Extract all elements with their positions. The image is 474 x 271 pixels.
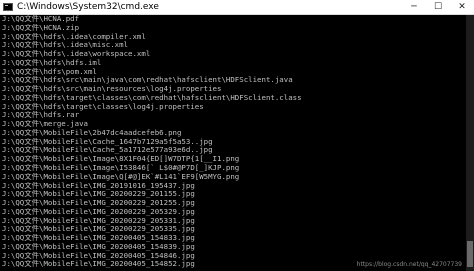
console-line: J:\QQ文件\hdfs.rar [2, 111, 80, 120]
console-line: J:\QQ文件\hdfs\.idea\compiler.xml [2, 32, 146, 41]
scrollbar-thumb[interactable] [467, 241, 473, 267]
console-line: J:\QQ文件\hdfs\.idea\misc.xml [2, 41, 129, 50]
close-icon[interactable]: ✕ [450, 0, 474, 14]
console-line: J:\QQ文件\hdfs\pom.xml [2, 67, 97, 76]
console-line: J:\QQ文件\MobileFile\2b47dc4aadcefeb6.png [2, 128, 182, 137]
console-line: J:\QQ文件\MobileFile\IMG_20191016_195437.j… [2, 181, 195, 190]
console-line: J:\QQ文件\hdfs\target\classes\com\redhat\h… [2, 93, 302, 102]
console-line: J:\QQ文件\MobileFile\Cache_5a1712e577a93e6… [2, 146, 213, 155]
console-line: J:\QQ文件\MobileFile\Image\I53846[` L$0#@P… [2, 164, 240, 173]
watermark-text: https://blog.csdn.net/qq_42707739 [356, 261, 462, 268]
console-line: J:\QQ文件\MobileFile\IMG_20200229_205331.j… [2, 216, 195, 225]
console-line: J:\QQ文件\hdfs\hdfs.iml [2, 58, 102, 67]
console-line: J:\QQ文件\MobileFile\Cache_1647b7129a5f5a5… [2, 137, 213, 146]
console-line: J:\QQ文件\MobileFile\IMG_20200405_154839.j… [2, 242, 195, 251]
console-line: J:\QQ文件\MobileFile\Image\Q[#@]EK`#L141`E… [2, 172, 240, 181]
console-line: J:\QQ文件\MobileFile\IMG_20200229_201255.j… [2, 199, 195, 208]
vertical-scrollbar[interactable] [466, 15, 474, 271]
console-line: J:\QQ文件\merge.java [2, 120, 88, 129]
console-line: J:\QQ文件\HCNA.zip [2, 23, 80, 32]
console-app-icon [3, 3, 13, 11]
cmd-window: C:\Windows\System32\cmd.exe ─ ☐ ✕ J:\QQ文… [0, 0, 474, 271]
console-line: J:\QQ文件\hdfs\.idea\workspace.xml [2, 50, 151, 59]
console-line: J:\QQ文件\hdfs\src\main\resources\log4j.pr… [2, 85, 222, 94]
console-line: J:\QQ文件\hdfs\src\main\java\com\redhat\ha… [2, 76, 293, 85]
console-line: J:\QQ文件\HCNA.pdf [2, 15, 80, 23]
console-line: J:\QQ文件\MobileFile\IMG_20200405_154846.j… [2, 251, 195, 260]
console-line: J:\QQ文件\hdfs\target\classes\log4j.proper… [2, 102, 204, 111]
console-line: J:\QQ文件\MobileFile\IMG_20200405_154833.j… [2, 234, 195, 243]
console-line: J:\QQ文件\MobileFile\IMG_20200229_201155.j… [2, 190, 195, 199]
console-line: J:\QQ文件\MobileFile\IMG_20200229_205335.j… [2, 225, 195, 234]
minimize-icon[interactable]: ─ [402, 0, 426, 14]
console-line: J:\QQ文件\MobileFile\IMG_20200229_205329.j… [2, 207, 195, 216]
maximize-icon[interactable]: ☐ [426, 0, 450, 14]
console-line: J:\QQ文件\MobileFile\Image\8X1F04{ED[]W7DT… [2, 155, 240, 164]
window-title: C:\Windows\System32\cmd.exe [17, 2, 159, 12]
console-output[interactable]: J:\QQ文件\HCNA.pdf J:\QQ文件\HCNA.zip J:\QQ文件\… [0, 15, 466, 271]
window-controls: ─ ☐ ✕ [402, 0, 474, 14]
title-bar[interactable]: C:\Windows\System32\cmd.exe ─ ☐ ✕ [0, 0, 474, 15]
